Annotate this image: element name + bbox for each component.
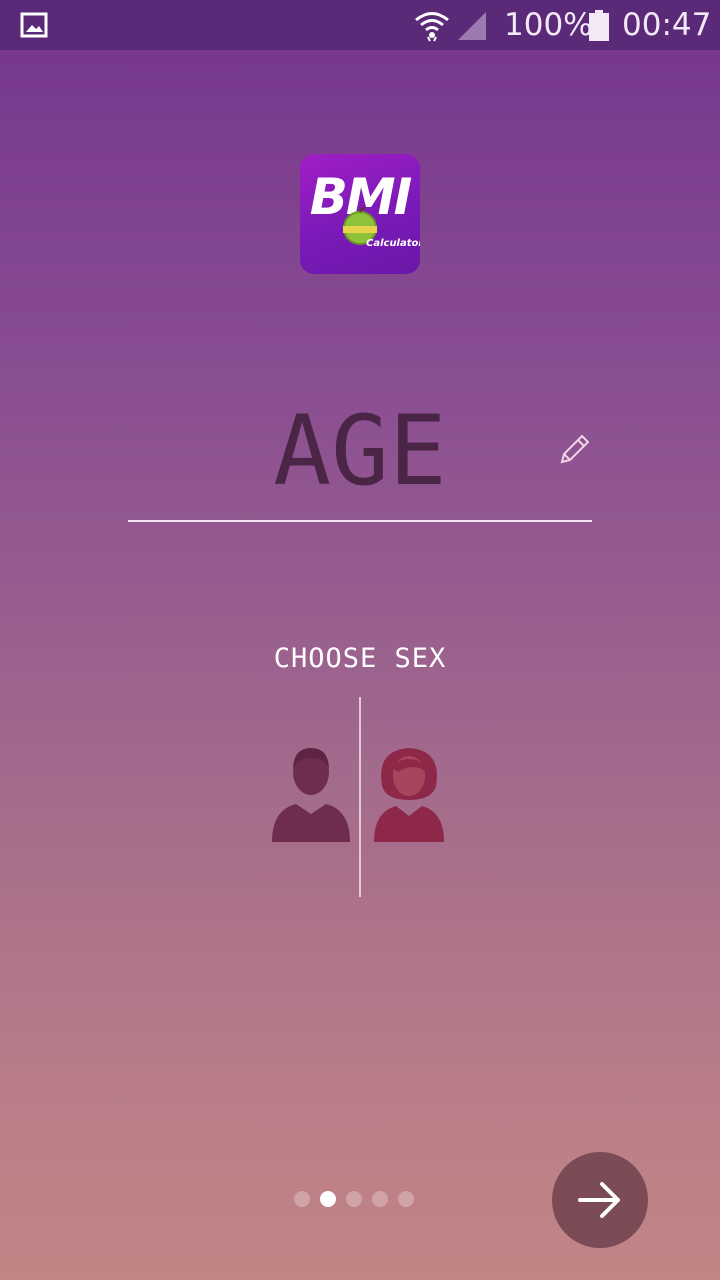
status-bar: 100% 00:47 xyxy=(0,0,720,50)
choose-sex-label: CHOOSE SEX xyxy=(273,643,447,674)
clock: 00:47 xyxy=(622,7,712,43)
pager-dot-1 xyxy=(294,1191,310,1207)
battery-icon xyxy=(589,10,609,41)
battery-percent: 100% xyxy=(504,7,593,43)
signal-icon xyxy=(458,12,486,40)
wifi-icon xyxy=(415,12,449,42)
arrow-right-icon xyxy=(578,1182,620,1218)
female-icon[interactable] xyxy=(370,746,448,844)
pencil-icon[interactable] xyxy=(556,432,592,468)
pager-dot-2-active xyxy=(320,1191,336,1207)
pager-dot-3 xyxy=(346,1191,362,1207)
gallery-icon xyxy=(20,12,48,38)
page-indicator xyxy=(294,1191,418,1209)
pager-dot-4 xyxy=(372,1191,388,1207)
logo-subtitle: Calculator xyxy=(366,238,420,249)
pager-dot-5 xyxy=(398,1191,414,1207)
age-input[interactable]: AGE xyxy=(128,396,592,506)
age-underline xyxy=(128,520,592,522)
sex-divider xyxy=(359,697,361,897)
male-icon[interactable] xyxy=(270,746,352,846)
app-logo: BMI Calculator xyxy=(300,154,420,274)
next-button[interactable] xyxy=(552,1152,648,1248)
